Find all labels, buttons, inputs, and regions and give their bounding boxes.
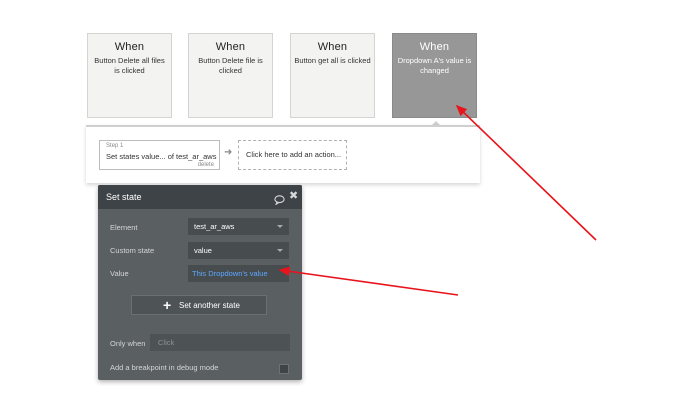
annotation-arrows bbox=[278, 104, 597, 296]
annotation-arrow-to-event bbox=[455, 104, 597, 241]
annotation-arrow-to-value bbox=[278, 266, 459, 296]
